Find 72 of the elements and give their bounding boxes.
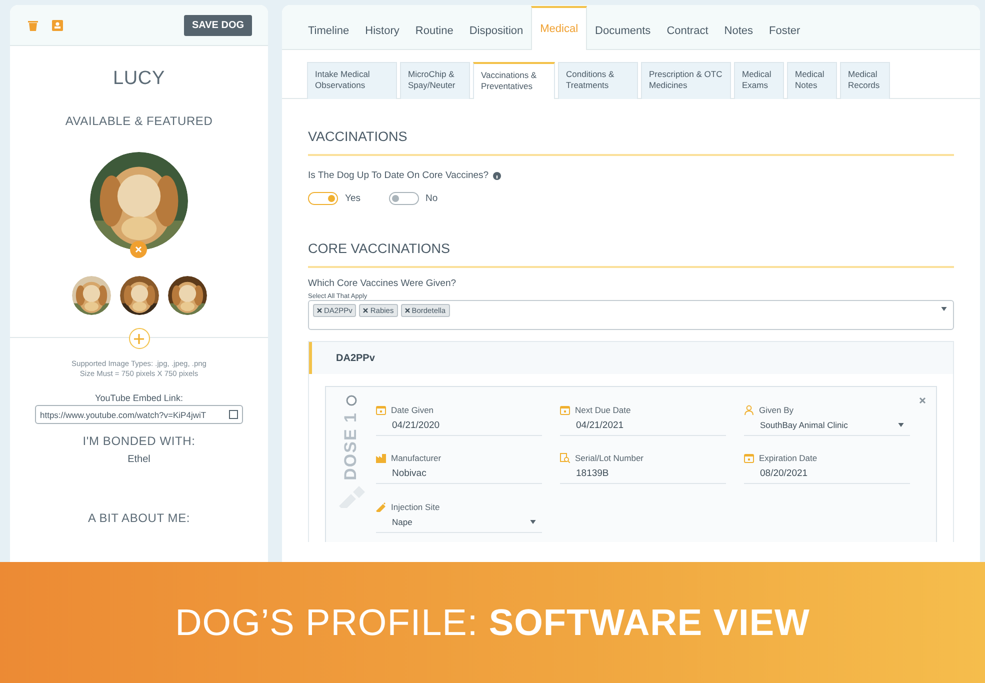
- dropdown-caret-icon: [941, 307, 947, 311]
- section-heading: A BIT ABOUT ME:: [88, 511, 190, 525]
- help-icon: [492, 172, 501, 180]
- plus-icon: [134, 334, 144, 344]
- dog-name: LUCY: [113, 68, 165, 90]
- tab[interactable]: Foster: [761, 12, 808, 50]
- input-field[interactable]: 04/21/2020: [376, 415, 542, 436]
- toggle-switch[interactable]: [388, 192, 418, 205]
- subtab[interactable]: Medical Notes: [787, 62, 837, 99]
- section-heading: I'M BONDED WITH:: [82, 434, 196, 448]
- section-title: CORE VACCINATIONS: [308, 205, 954, 268]
- subtab[interactable]: Vaccinations & Preventatives: [473, 62, 555, 99]
- remove-photo-button[interactable]: [130, 241, 147, 258]
- field-label: YouTube Embed Link:: [95, 393, 183, 403]
- save-button[interactable]: SAVE DOG: [184, 14, 252, 36]
- select-field[interactable]: SouthBay Animal Clinic: [744, 415, 910, 436]
- youtube-link-field[interactable]: https://www.youtube.com/watch?v=KiP4jwiT: [35, 405, 243, 424]
- subtab[interactable]: MicroChip & Spay/Neuter: [400, 62, 470, 99]
- add-photo-button[interactable]: [128, 328, 150, 349]
- tab[interactable]: Notes: [716, 12, 762, 50]
- tab[interactable]: Disposition: [461, 12, 532, 50]
- subtab[interactable]: Prescription & OTC Medicines: [641, 62, 731, 99]
- question-label: Which Core Vaccines Were Given?: [308, 278, 458, 289]
- factory-icon: [376, 453, 386, 464]
- field-label: Manufacturer: [391, 453, 442, 464]
- syringe-icon: [376, 502, 386, 512]
- person-icon: [744, 405, 754, 415]
- input-field[interactable]: Nobivac: [376, 463, 542, 484]
- copy-icon[interactable]: [229, 410, 238, 419]
- field-label: Given By: [759, 405, 794, 415]
- subtab[interactable]: Medical Exams: [734, 62, 784, 99]
- tab[interactable]: History: [357, 12, 408, 50]
- field-label: Injection Site: [391, 502, 440, 512]
- close-icon[interactable]: [919, 397, 926, 404]
- banner-title: DOG’S PROFILE: SOFTWARE VIEW: [175, 602, 810, 644]
- calendar-icon: [376, 405, 386, 415]
- tab[interactable]: Timeline: [300, 12, 358, 50]
- input-field[interactable]: 08/20/2021: [744, 463, 910, 484]
- close-icon: [135, 246, 142, 253]
- bonded-dog-name: Ethel: [128, 454, 150, 465]
- tab[interactable]: Contract: [658, 12, 716, 50]
- remove-icon[interactable]: [404, 308, 410, 313]
- field-label: Next Due Date: [575, 405, 631, 415]
- tab[interactable]: Routine: [407, 12, 462, 50]
- field-label: Expiration Date: [759, 453, 818, 464]
- calendar-icon: [560, 405, 570, 415]
- subtab[interactable]: Intake Medical Observations: [307, 62, 397, 99]
- input-field[interactable]: 18139B: [560, 463, 726, 484]
- dropdown-caret-icon: [898, 423, 904, 427]
- field-label: Date Given: [391, 405, 434, 415]
- input-field[interactable]: 04/21/2021: [560, 415, 726, 436]
- search-document-icon: [560, 453, 570, 464]
- remove-icon[interactable]: [317, 308, 322, 313]
- dog-status: AVAILABLE & FEATURED: [65, 114, 213, 128]
- id-card-icon[interactable]: [52, 20, 63, 30]
- question-label: Is The Dog Up To Date On Core Vaccines?: [308, 170, 489, 181]
- vaccine-card-title: DA2PPv: [309, 342, 953, 374]
- toggle-switch[interactable]: [308, 192, 338, 205]
- radio-button[interactable]: [346, 395, 356, 406]
- option-label: No: [426, 193, 438, 204]
- trash-icon[interactable]: [28, 20, 38, 30]
- select-field[interactable]: Nape: [376, 512, 542, 533]
- calendar-icon: [744, 453, 754, 464]
- field-label: Serial/Lot Number: [575, 453, 644, 464]
- remove-icon[interactable]: [363, 308, 368, 313]
- subtab[interactable]: Medical Records: [840, 62, 890, 99]
- dropdown-caret-icon: [530, 520, 536, 524]
- dose-label: DOSE 1: [341, 412, 361, 480]
- section-title: VACCINATIONS: [308, 99, 954, 156]
- tab[interactable]: Documents: [587, 12, 659, 50]
- subtab[interactable]: Conditions & Treatments: [558, 62, 638, 99]
- option-label: Yes: [345, 193, 360, 204]
